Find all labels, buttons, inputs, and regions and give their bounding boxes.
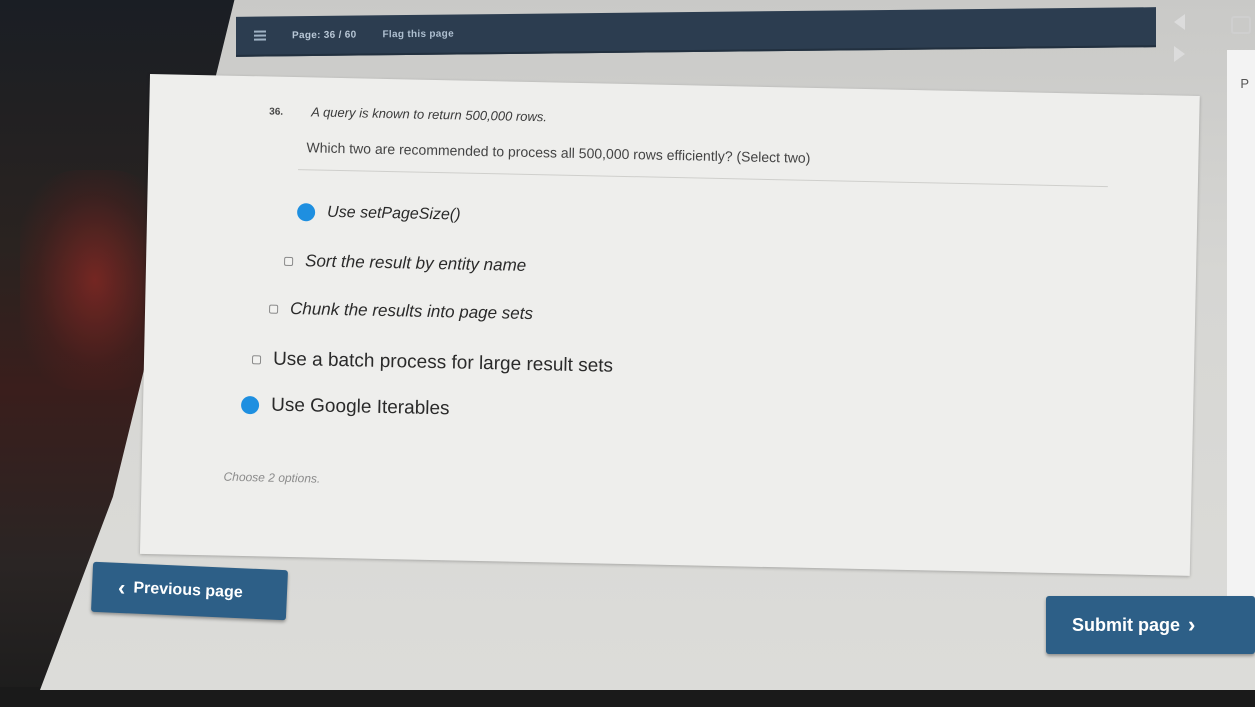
option-1[interactable]: Use setPageSize() (296, 203, 461, 224)
option-label: Use a batch process for large result set… (272, 348, 614, 377)
submit-page-button[interactable]: Submit page › (1046, 596, 1255, 654)
question-prompt: Which two are recommended to process all… (306, 139, 811, 166)
page-indicator: Page: 36 / 60 (292, 29, 357, 41)
submit-page-label: Submit page (1072, 614, 1181, 635)
question-number: 36. (269, 106, 284, 118)
option-2[interactable]: Sort the result by entity name (284, 251, 526, 276)
option-label: Chunk the results into page sets (289, 298, 534, 324)
selection-hint: Choose 2 options. (223, 469, 321, 486)
question-divider (298, 169, 1108, 188)
hamburger-icon[interactable] (254, 30, 266, 41)
checkbox-icon[interactable] (284, 256, 294, 266)
option-5[interactable]: Use Google Iterables (240, 394, 450, 420)
side-panel-label: P (1240, 76, 1249, 91)
question-card: 36. A query is known to return 500,000 r… (139, 74, 1200, 576)
window-toggle-icon[interactable] (1231, 16, 1251, 34)
chevron-left-icon: ‹ (117, 574, 126, 601)
selected-checkbox-icon[interactable] (240, 395, 260, 415)
checkbox-icon[interactable] (269, 304, 279, 314)
option-label: Use Google Iterables (270, 394, 450, 420)
previous-page-button[interactable]: ‹ Previous page (91, 561, 288, 621)
option-4[interactable]: Use a batch process for large result set… (251, 348, 614, 378)
option-label: Use setPageSize() (326, 203, 461, 224)
option-label: Sort the result by entity name (304, 251, 527, 275)
question-text: A query is known to return 500,000 rows. (311, 104, 548, 125)
chevron-right-icon: › (1188, 612, 1196, 637)
option-3[interactable]: Chunk the results into page sets (269, 299, 533, 325)
expand-right-icon[interactable] (1174, 46, 1185, 62)
device-bezel-bottom (0, 687, 1255, 707)
selected-checkbox-icon[interactable] (296, 203, 316, 222)
collapse-left-icon[interactable] (1174, 14, 1185, 30)
checkbox-icon[interactable] (251, 354, 262, 364)
flag-page-link[interactable]: Flag this page (383, 28, 454, 40)
previous-page-label: Previous page (133, 579, 244, 602)
side-panel (1227, 50, 1255, 610)
